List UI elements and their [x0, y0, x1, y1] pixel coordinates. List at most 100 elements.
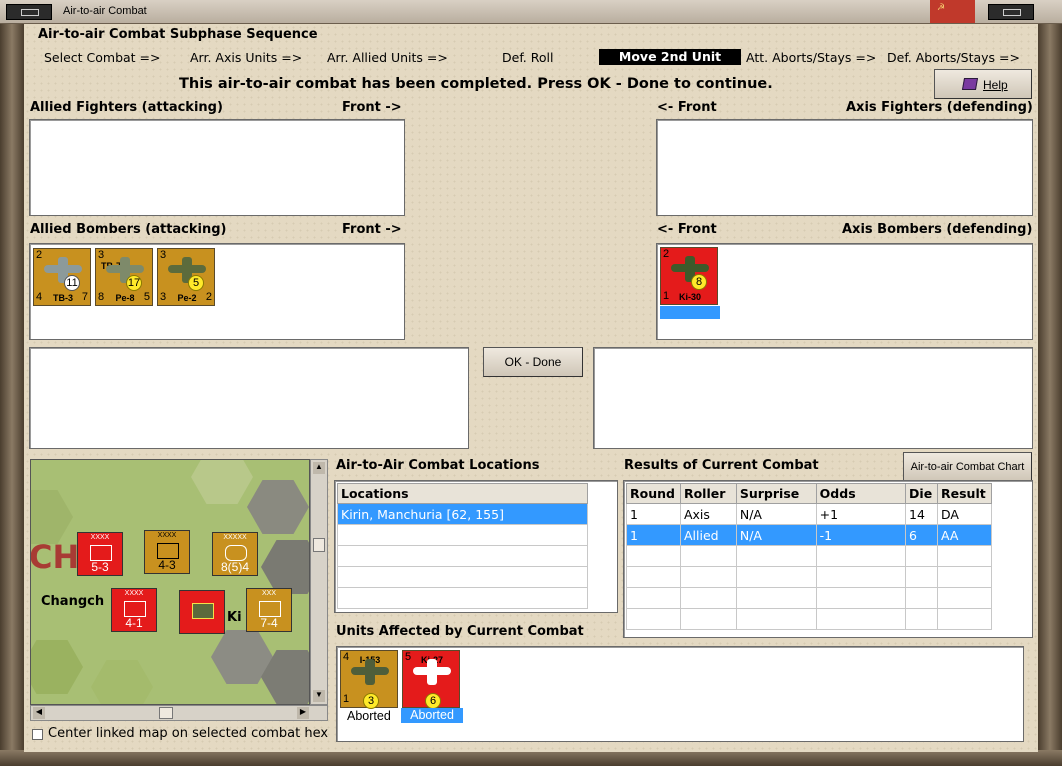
location-row-empty[interactable]	[337, 524, 588, 546]
window-title: Air-to-air Combat	[63, 5, 147, 17]
counter-stat: 3	[98, 249, 105, 261]
infantry-symbol-icon	[157, 543, 179, 559]
map-air-unit-counter[interactable]	[179, 590, 225, 634]
allied-detail-panel	[29, 347, 469, 449]
counter-badge: 3	[363, 693, 379, 709]
map-horizontal-scrollbar[interactable]: ◀ ▶	[30, 705, 328, 721]
location-row-empty[interactable]	[337, 545, 588, 567]
affected-status-selected: Aborted	[401, 708, 463, 723]
affected-unit-i153[interactable]: 4 I-153 3 1	[340, 650, 398, 709]
sequence-step-select-combat: Select Combat =>	[44, 50, 161, 65]
axis-fighters-panel[interactable]	[656, 119, 1033, 216]
counter-stat: 3	[160, 249, 167, 261]
restore-button[interactable]	[988, 4, 1034, 20]
col-odds: Odds	[815, 483, 907, 504]
map-vertical-scrollbar[interactable]: ▲ ▼	[310, 459, 328, 705]
allied-fighters-panel[interactable]	[29, 119, 405, 216]
map-city-label: Changch	[41, 594, 105, 609]
results-table: Round Roller Surprise Odds Die Result 1 …	[626, 483, 992, 630]
axis-bombers-panel[interactable]: 2 8 1 Ki-30	[656, 243, 1033, 340]
scroll-thumb[interactable]	[159, 707, 173, 719]
locations-list: Locations Kirin, Manchuria [62, 155]	[337, 483, 588, 609]
aircraft-icon	[192, 603, 214, 619]
sequence-title: Air-to-air Combat Subphase Sequence	[38, 27, 318, 42]
selected-unit-highlight	[660, 306, 720, 319]
airborne-symbol-icon	[124, 601, 146, 617]
map-unit-counter[interactable]: XXX 7-4	[246, 588, 292, 632]
air-combat-chart-button[interactable]: Air-to-air Combat Chart	[903, 452, 1032, 482]
map-hex-mountain	[247, 480, 309, 534]
counter-stat: 2	[205, 291, 212, 303]
sequence-step-arr-axis: Arr. Axis Units =>	[190, 50, 303, 65]
scroll-up-arrow-icon[interactable]: ▲	[313, 462, 325, 474]
unit-size: XXXX	[124, 590, 144, 597]
location-row-empty[interactable]	[337, 566, 588, 588]
infantry-symbol-icon	[259, 601, 281, 617]
map-unit-counter[interactable]: XXXX 4-1	[111, 588, 157, 632]
allied-fighters-front: Front ->	[342, 100, 402, 115]
map-unit-counter[interactable]: XXXX 5-3	[77, 532, 123, 576]
map-hex-mountain	[261, 540, 309, 594]
cell: -1	[815, 524, 907, 546]
table-row-empty	[626, 566, 992, 588]
cell: N/A	[735, 524, 817, 546]
counter-name: Ki-30	[678, 292, 701, 302]
allied-bomber-counter-pe2[interactable]: 3 5 3 Pe-2 2	[157, 248, 215, 306]
cell: +1	[815, 503, 907, 525]
unit-strength: 7-4	[260, 616, 278, 630]
map-unit-counter[interactable]: XXXXX 8(5)4	[212, 532, 258, 576]
ok-done-button[interactable]: OK - Done	[483, 347, 583, 377]
location-row[interactable]: Kirin, Manchuria [62, 155]	[337, 503, 588, 525]
faction-flag-icon: ☭	[930, 0, 975, 23]
counter-stat: 2	[36, 249, 43, 261]
help-button[interactable]: Help	[934, 69, 1032, 99]
center-map-checkbox[interactable]	[32, 729, 43, 740]
system-menu-button[interactable]	[6, 4, 52, 20]
cell: DA	[937, 503, 992, 525]
unit-strength: 8(5)4	[220, 560, 249, 574]
results-header-row: Round Roller Surprise Odds Die Result	[626, 483, 992, 504]
counter-badge: 17	[126, 275, 142, 291]
infantry-symbol-icon	[90, 545, 112, 561]
allied-bomber-counter-pe8[interactable]: 3 TB-7 17 8 Pe-8 5	[95, 248, 153, 306]
table-row-selected[interactable]: 1 Allied N/A -1 6 AA	[626, 524, 992, 546]
map-hex	[91, 660, 153, 704]
map-hex	[191, 460, 253, 504]
scroll-right-arrow-icon[interactable]: ▶	[297, 707, 309, 719]
unit-size: XXXX	[90, 534, 110, 541]
scroll-down-arrow-icon[interactable]: ▼	[313, 690, 325, 702]
counter-badge: 6	[425, 693, 441, 709]
col-round: Round	[626, 483, 681, 504]
counter-stat: 2	[663, 248, 670, 260]
book-icon	[961, 78, 979, 90]
map-unit-counter[interactable]: XXXX 4-3	[144, 530, 190, 574]
col-result: Result	[937, 483, 992, 504]
status-message: This air-to-air combat has been complete…	[179, 76, 773, 92]
help-button-label: Help	[983, 78, 1008, 92]
unit-size: XXX	[261, 590, 276, 597]
scroll-left-arrow-icon[interactable]: ◀	[33, 707, 45, 719]
unit-size: XXXXX	[223, 534, 247, 541]
affected-unit-ki27[interactable]: 5 Ki-27 6	[402, 650, 460, 709]
allied-bombers-panel[interactable]: 2 11 4 TB-3 7 3 TB-7 17 8 Pe-8 5 3 5 3 P…	[29, 243, 405, 340]
results-panel: Round Roller Surprise Odds Die Result 1 …	[623, 480, 1033, 638]
counter-stat: 7	[81, 291, 88, 303]
linked-map[interactable]: CHU Changch Ki XXXX 5-3 XXXX 4-3 XXXXX 8…	[30, 459, 310, 705]
map-city-label-2: Ki	[227, 610, 242, 625]
unit-strength: 4-3	[158, 558, 176, 572]
location-row-empty[interactable]	[337, 587, 588, 609]
unit-size: XXXX	[157, 532, 177, 539]
map-hex	[31, 640, 83, 694]
fighter-wing	[365, 659, 375, 685]
cell: Axis	[679, 503, 737, 525]
col-roller: Roller	[679, 483, 737, 504]
unit-strength: 4-1	[125, 616, 143, 630]
axis-bomber-counter-ki30[interactable]: 2 8 1 Ki-30	[660, 247, 718, 305]
allied-bomber-counter-tb3[interactable]: 2 11 4 TB-3 7	[33, 248, 91, 306]
table-row[interactable]: 1 Axis N/A +1 14 DA	[626, 503, 992, 525]
window-frame-right	[1038, 24, 1062, 766]
counter-badge: 8	[691, 274, 707, 290]
scroll-thumb[interactable]	[313, 538, 325, 552]
counter-badge: 11	[64, 275, 80, 291]
allied-bombers-label: Allied Bombers (attacking)	[30, 222, 227, 237]
